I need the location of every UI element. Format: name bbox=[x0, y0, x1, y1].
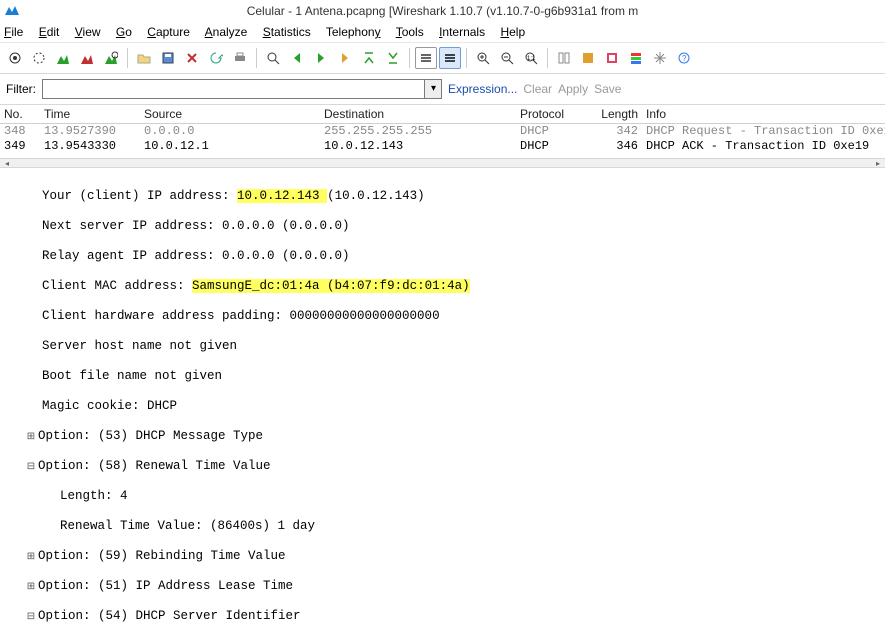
tree-node[interactable]: ⊟Option: (58) Renewal Time Value bbox=[6, 459, 885, 474]
filter-input[interactable] bbox=[42, 79, 424, 99]
reload-icon[interactable] bbox=[205, 47, 227, 69]
packet-row[interactable]: 349 13.9543330 10.0.12.1 10.0.12.143 DHC… bbox=[0, 139, 885, 154]
zoom-out-icon[interactable] bbox=[496, 47, 518, 69]
tree-node[interactable]: ⊟Option: (54) DHCP Server Identifier bbox=[6, 609, 885, 624]
menu-tools[interactable]: Tools bbox=[396, 25, 424, 39]
detail-row[interactable]: Renewal Time Value: (86400s) 1 day bbox=[6, 519, 885, 534]
tree-node[interactable]: ⊞Option: (53) DHCP Message Type bbox=[6, 429, 885, 444]
col-source[interactable]: Source bbox=[140, 105, 320, 123]
window-title: Celular - 1 Antena.pcapng [Wireshark 1.1… bbox=[247, 4, 639, 18]
separator bbox=[466, 48, 467, 68]
coloring-rules-icon[interactable] bbox=[625, 47, 647, 69]
apply-button[interactable]: Apply bbox=[558, 82, 588, 96]
detail-row[interactable]: Client MAC address: SamsungE_dc:01:4a (b… bbox=[6, 279, 885, 294]
menu-statistics[interactable]: Statistics bbox=[263, 25, 311, 39]
detail-row[interactable]: Your (client) IP address: 10.0.12.143 (1… bbox=[6, 189, 885, 204]
resize-columns-icon[interactable] bbox=[553, 47, 575, 69]
col-time[interactable]: Time bbox=[40, 105, 140, 123]
forward-icon[interactable] bbox=[310, 47, 332, 69]
detail-row[interactable]: Client hardware address padding: 0000000… bbox=[6, 309, 885, 324]
expand-icon[interactable]: ⊞ bbox=[24, 429, 38, 444]
colorize-icon[interactable] bbox=[415, 47, 437, 69]
restart-capture-icon[interactable] bbox=[100, 47, 122, 69]
collapse-icon[interactable]: ⊟ bbox=[24, 459, 38, 474]
col-protocol[interactable]: Protocol bbox=[516, 105, 586, 123]
print-icon[interactable] bbox=[229, 47, 251, 69]
svg-text:1:1: 1:1 bbox=[527, 56, 536, 62]
find-icon[interactable] bbox=[262, 47, 284, 69]
packet-row[interactable]: 348 13.9527390 0.0.0.0 255.255.255.255 D… bbox=[0, 124, 885, 139]
interfaces-icon[interactable] bbox=[4, 47, 26, 69]
collapse-icon[interactable]: ⊟ bbox=[24, 609, 38, 624]
filter-label: Filter: bbox=[6, 82, 36, 96]
menu-telephony[interactable]: Telephony bbox=[326, 25, 381, 39]
menu-go[interactable]: Go bbox=[116, 25, 132, 39]
zoom-in-icon[interactable] bbox=[472, 47, 494, 69]
col-info[interactable]: Info bbox=[642, 105, 885, 123]
detail-row[interactable]: Next server IP address: 0.0.0.0 (0.0.0.0… bbox=[6, 219, 885, 234]
save-icon[interactable] bbox=[157, 47, 179, 69]
separator bbox=[256, 48, 257, 68]
expand-icon[interactable]: ⊞ bbox=[24, 549, 38, 564]
help-icon[interactable]: ? bbox=[673, 47, 695, 69]
save-filter-button[interactable]: Save bbox=[594, 82, 621, 96]
packet-list[interactable]: 348 13.9527390 0.0.0.0 255.255.255.255 D… bbox=[0, 124, 885, 158]
start-capture-icon[interactable] bbox=[52, 47, 74, 69]
packet-detail-tree[interactable]: Your (client) IP address: 10.0.12.143 (1… bbox=[0, 168, 885, 632]
autoscroll-icon[interactable] bbox=[439, 47, 461, 69]
window-titlebar: Celular - 1 Antena.pcapng [Wireshark 1.1… bbox=[0, 0, 885, 22]
toolbar: 1:1 ? bbox=[0, 43, 885, 74]
packet-list-header: No. Time Source Destination Protocol Len… bbox=[0, 105, 885, 124]
menu-file[interactable]: FFileile bbox=[4, 25, 23, 39]
capture-filters-icon[interactable] bbox=[577, 47, 599, 69]
first-icon[interactable] bbox=[358, 47, 380, 69]
separator bbox=[547, 48, 548, 68]
detail-row[interactable]: Length: 4 bbox=[6, 489, 885, 504]
detail-row[interactable]: Magic cookie: DHCP bbox=[6, 399, 885, 414]
menu-edit[interactable]: Edit bbox=[39, 25, 60, 39]
display-filters-icon[interactable] bbox=[601, 47, 623, 69]
menu-view[interactable]: View bbox=[75, 25, 101, 39]
separator bbox=[409, 48, 410, 68]
stop-capture-icon[interactable] bbox=[76, 47, 98, 69]
tree-node[interactable]: ⊞Option: (51) IP Address Lease Time bbox=[6, 579, 885, 594]
scroll-left-icon[interactable]: ◂ bbox=[0, 159, 14, 167]
col-no[interactable]: No. bbox=[0, 105, 40, 123]
expand-icon[interactable]: ⊞ bbox=[24, 579, 38, 594]
menu-capture[interactable]: Capture bbox=[147, 25, 190, 39]
menu-help[interactable]: Help bbox=[500, 25, 525, 39]
preferences-icon[interactable] bbox=[649, 47, 671, 69]
close-icon[interactable] bbox=[181, 47, 203, 69]
separator bbox=[127, 48, 128, 68]
open-icon[interactable] bbox=[133, 47, 155, 69]
zoom-reset-icon[interactable]: 1:1 bbox=[520, 47, 542, 69]
wireshark-logo-icon bbox=[4, 2, 20, 22]
detail-row[interactable]: Boot file name not given bbox=[6, 369, 885, 384]
expression-button[interactable]: Expression... bbox=[448, 82, 517, 96]
detail-row[interactable]: Relay agent IP address: 0.0.0.0 (0.0.0.0… bbox=[6, 249, 885, 264]
detail-row[interactable]: Server host name not given bbox=[6, 339, 885, 354]
packet-list-scrollbar[interactable]: ◂ ▸ bbox=[0, 158, 885, 168]
menubar: FFileile Edit View Go Capture Analyze St… bbox=[0, 22, 885, 43]
menu-analyze[interactable]: Analyze bbox=[205, 25, 248, 39]
scroll-right-icon[interactable]: ▸ bbox=[871, 159, 885, 167]
menu-internals[interactable]: Internals bbox=[439, 25, 485, 39]
col-length[interactable]: Length bbox=[586, 105, 642, 123]
last-icon[interactable] bbox=[382, 47, 404, 69]
filter-toolbar: Filter: ▾ Expression... Clear Apply Save bbox=[0, 74, 885, 105]
tree-node[interactable]: ⊞Option: (59) Rebinding Time Value bbox=[6, 549, 885, 564]
filter-dropdown-button[interactable]: ▾ bbox=[424, 79, 442, 99]
back-icon[interactable] bbox=[286, 47, 308, 69]
goto-icon[interactable] bbox=[334, 47, 356, 69]
svg-text:?: ? bbox=[682, 54, 687, 63]
options-icon[interactable] bbox=[28, 47, 50, 69]
clear-button[interactable]: Clear bbox=[523, 82, 552, 96]
col-destination[interactable]: Destination bbox=[320, 105, 516, 123]
